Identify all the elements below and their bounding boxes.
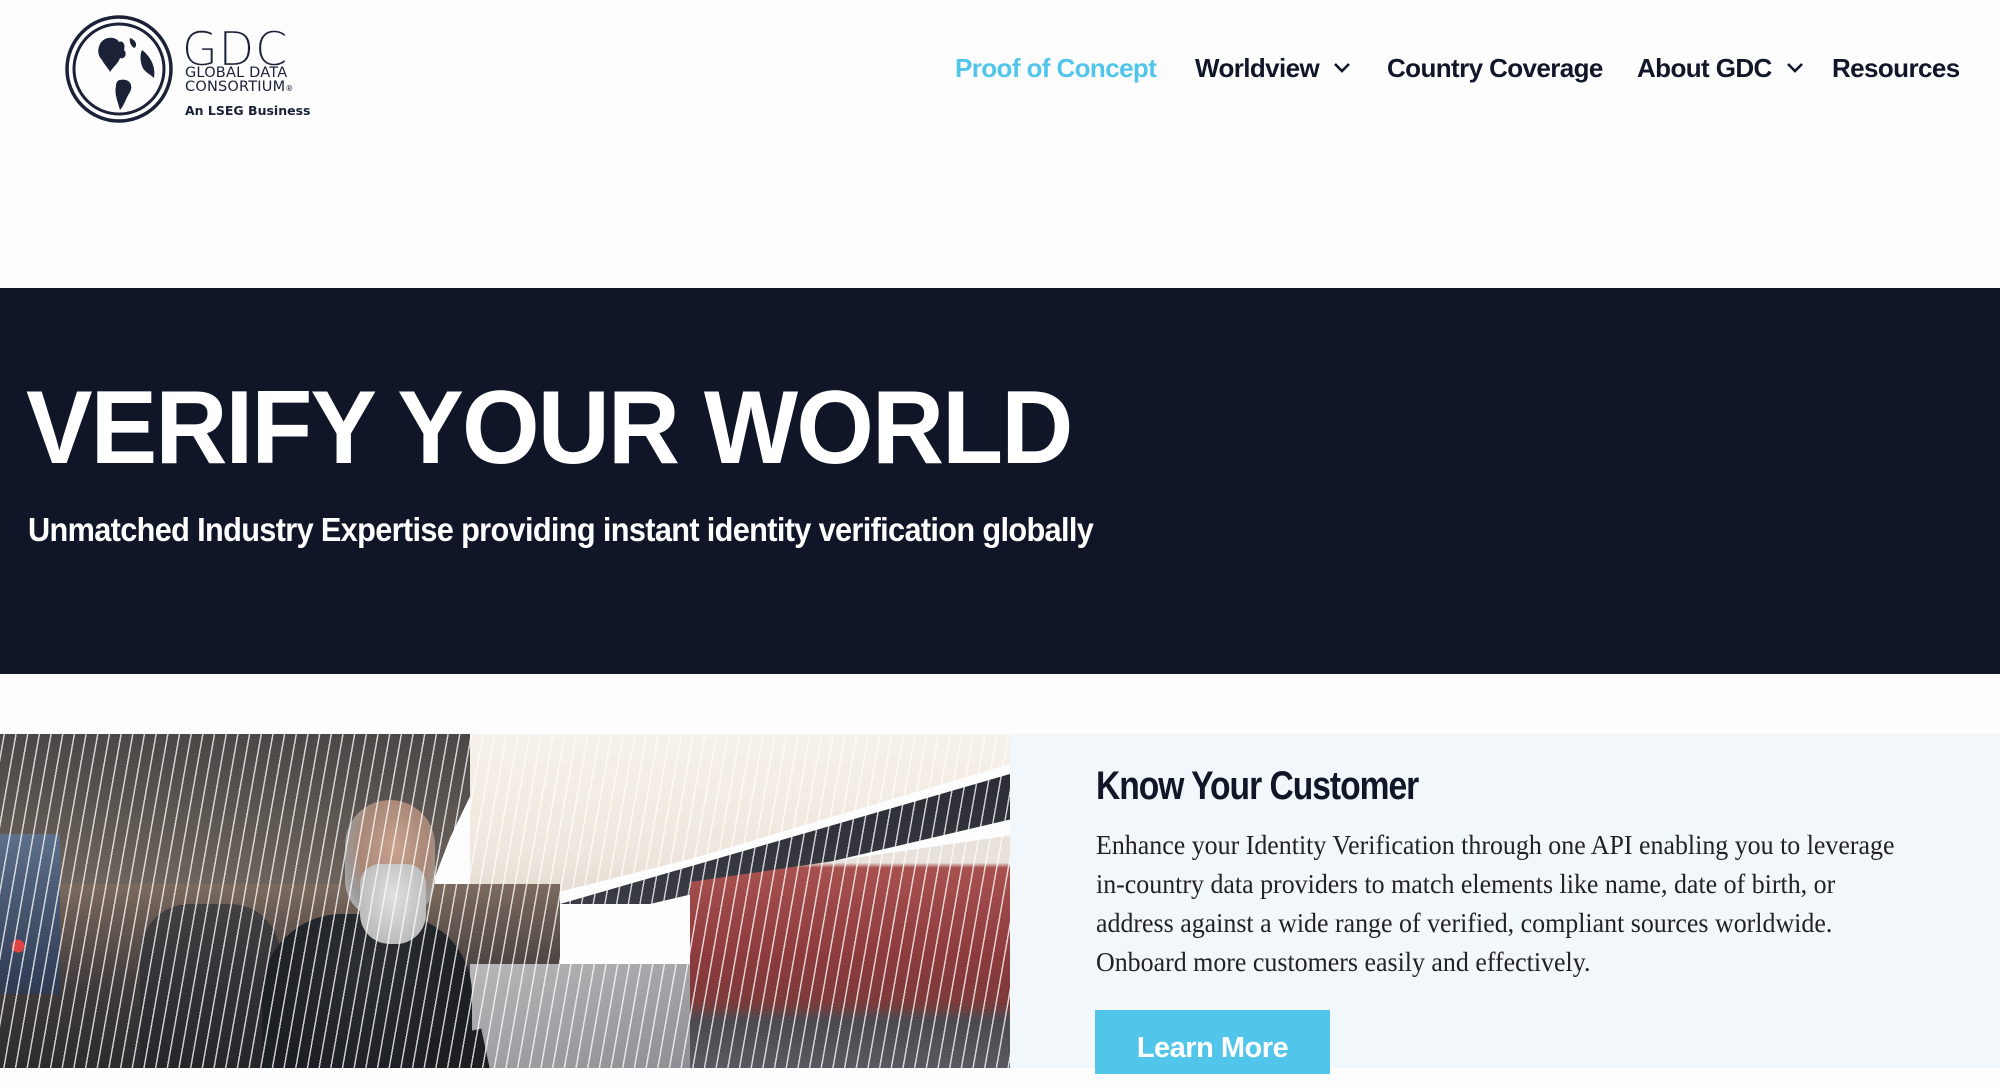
kyc-description-line: Enhance your Identity Verification throu… [1096, 830, 1895, 860]
nav-item-worldview[interactable]: Worldview [1195, 48, 1351, 88]
kyc-description-line: address against a wide range of verified… [1096, 908, 1833, 938]
kyc-description-line: in-country data providers to match eleme… [1096, 869, 1836, 899]
nav-label: Proof of Concept [955, 52, 1157, 83]
photo-man-beard [360, 864, 426, 944]
chevron-down-icon [1786, 62, 1804, 74]
kyc-description-line: Onboard more customers easily and effect… [1096, 947, 1591, 977]
hero-subtitle: Unmatched Industry Expertise providing i… [28, 511, 1094, 548]
logo-tagline: An LSEG Business [185, 103, 311, 118]
kyc-title: Know Your Customer [1096, 764, 1419, 808]
nav-label: Country Coverage [1387, 52, 1603, 83]
nav-item-about-gdc[interactable]: About GDC [1637, 48, 1804, 88]
main-nav: Proof of Concept Worldview Country Cover… [0, 48, 2000, 88]
learn-more-button[interactable]: Learn More [1095, 1010, 1330, 1074]
nav-label: Resources [1832, 52, 1960, 83]
nav-item-country-coverage[interactable]: Country Coverage [1387, 48, 1603, 88]
photo-people [140, 904, 280, 1068]
nav-label: About GDC [1637, 52, 1772, 83]
photo-track [470, 964, 690, 1068]
kyc-description: Enhance your Identity Verification throu… [1096, 826, 1986, 982]
chevron-down-icon [1333, 62, 1351, 74]
nav-item-proof-of-concept[interactable]: Proof of Concept [955, 48, 1157, 88]
hero-title: VERIFY YOUR WORLD [26, 370, 1073, 486]
site-header: GDC GLOBAL DATA CONSORTIUM® An LSEG Busi… [0, 0, 2000, 288]
feature-image [0, 734, 1010, 1068]
hero-banner: VERIFY YOUR WORLD Unmatched Industry Exp… [0, 288, 2000, 674]
nav-item-resources[interactable]: Resources [1832, 48, 1960, 88]
kyc-panel: Know Your Customer Enhance your Identity… [1010, 734, 2000, 1074]
nav-label: Worldview [1195, 52, 1320, 83]
photo-signal-lights [0, 834, 60, 994]
photo-scene [0, 734, 1010, 1068]
